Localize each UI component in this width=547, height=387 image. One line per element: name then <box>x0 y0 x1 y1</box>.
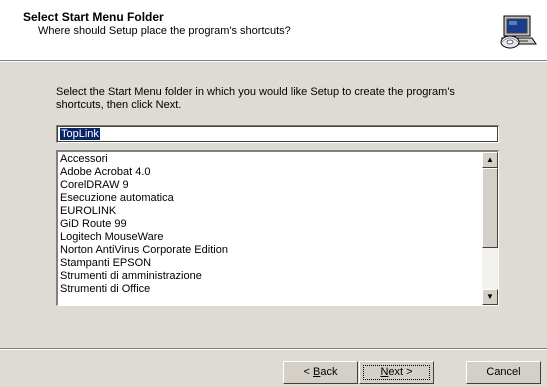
list-item[interactable]: Esecuzione automatica <box>60 192 481 205</box>
setup-wizard-window: Select Start Menu Folder Where should Se… <box>0 0 547 387</box>
cancel-button[interactable]: Cancel <box>466 361 541 384</box>
folder-name-input[interactable]: TopLink <box>56 125 499 143</box>
list-item[interactable]: Strumenti di Office <box>60 283 481 296</box>
page-title: Select Start Menu Folder <box>23 10 164 24</box>
wizard-header: Select Start Menu Folder Where should Se… <box>0 0 547 60</box>
next-button[interactable]: Next > <box>359 361 434 384</box>
list-item[interactable]: Strumenti di amministrazione <box>60 270 481 283</box>
arrow-down-icon: ▼ <box>486 292 494 301</box>
vertical-scrollbar[interactable]: ▲ ▼ <box>482 152 498 305</box>
list-item[interactable]: Logitech MouseWare <box>60 231 481 244</box>
setup-computer-icon <box>498 12 538 52</box>
list-item[interactable]: Accessori <box>60 153 481 166</box>
back-button-prefix: < <box>303 366 313 378</box>
instruction-text: Select the Start Menu folder in which yo… <box>56 86 455 111</box>
header-divider <box>0 60 547 62</box>
folder-list-items: Accessori Adobe Acrobat 4.0 CorelDRAW 9 … <box>60 153 481 296</box>
list-item[interactable]: Stampanti EPSON <box>60 257 481 270</box>
scroll-up-button[interactable]: ▲ <box>482 152 498 168</box>
list-item[interactable]: GiD Route 99 <box>60 218 481 231</box>
scroll-down-button[interactable]: ▼ <box>482 289 498 305</box>
list-item[interactable]: Norton AntiVirus Corporate Edition <box>60 244 481 257</box>
next-button-label: ext > <box>388 366 413 378</box>
back-button[interactable]: < Back <box>283 361 358 384</box>
list-item[interactable]: Adobe Acrobat 4.0 <box>60 166 481 179</box>
list-item[interactable]: CorelDRAW 9 <box>60 179 481 192</box>
arrow-up-icon: ▲ <box>486 155 494 164</box>
folder-name-value: TopLink <box>60 128 100 140</box>
page-subtitle: Where should Setup place the program's s… <box>38 25 291 37</box>
folder-listbox[interactable]: Accessori Adobe Acrobat 4.0 CorelDRAW 9 … <box>56 150 499 306</box>
footer-divider <box>0 348 547 350</box>
next-button-focus: Next > <box>363 365 430 380</box>
list-item[interactable]: EUROLINK <box>60 205 481 218</box>
back-button-label: ack <box>320 366 338 378</box>
scroll-thumb[interactable] <box>482 168 498 248</box>
